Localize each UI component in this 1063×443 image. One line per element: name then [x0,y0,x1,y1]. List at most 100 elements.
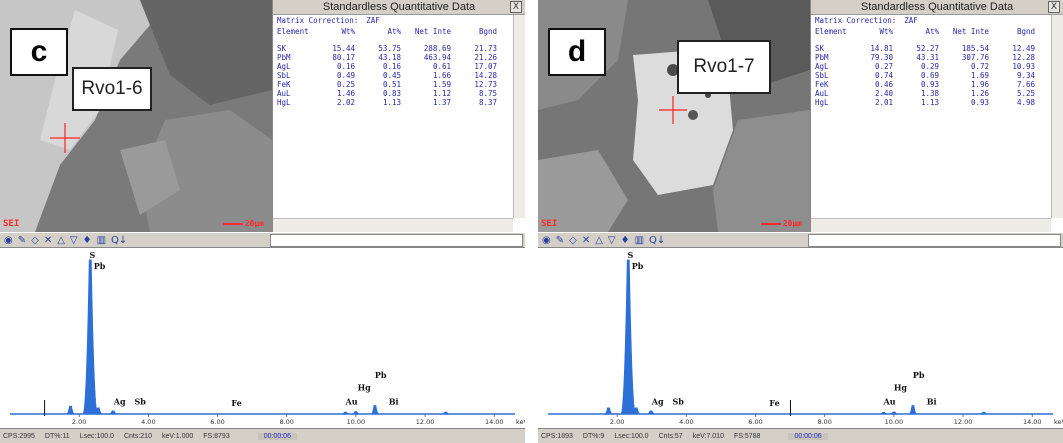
x-tick-label: 4.00 [679,418,693,426]
contract-icon[interactable]: ✕ [582,235,590,246]
spectrum-peak [889,411,899,415]
peak-label: Au [345,396,358,406]
eds-spectrum[interactable]: S Pb Ag Sb Fe Au Hg Pb Bi 2.00 4.00 6.00 8.00 10.00 12… [538,248,1063,428]
x-tick-label: 8.00 [817,418,831,426]
table-cell: 2.01 [874,98,893,107]
peak-label: Fe [769,398,779,408]
table-cell: 0.16 [382,62,401,71]
table-cell: 1.69 [970,71,989,80]
close-icon[interactable]: X [1048,1,1060,13]
spectrum-peak [351,411,361,415]
peak-icon[interactable]: ♦ [621,235,630,246]
sem-image[interactable]: d Rvo1-7 SEI 20µm [538,0,810,232]
quant-table: Matrix Correction: ZAF Element Wt% At% Ne… [277,16,511,218]
spectrum-peak [979,411,988,415]
table-cell: 5.25 [1016,89,1035,98]
table-cell: PbM [277,53,291,62]
peak-icon[interactable]: ♦ [83,235,92,246]
eds-panel-d: d Rvo1-7 SEI 20µm Standardless Quantitat… [538,0,1063,443]
panel-tag: d [548,28,606,76]
table-cell: 1.12 [432,89,451,98]
table-cell: 0.93 [920,80,939,89]
spectrum-peak [620,259,637,415]
bars-icon[interactable]: ▥ [97,235,106,246]
eds-spectrum[interactable]: S Pb Ag Sb Fe Au Hg Pb Bi 2.00 4.00 6.00 8.00 10.00 12… [0,248,525,428]
status-bar: CPS:1893 DT%:9 Lsec:100.0 Cnts:57 keV:7.… [538,428,1063,443]
x-tick-label: 4.00 [141,418,155,426]
spectrum-peak [441,411,450,415]
table-cell: 0.16 [336,62,355,71]
elapsed-time: 00:00:06 [257,432,297,440]
x-tick-label: 8.00 [279,418,293,426]
table-cell: 0.72 [970,62,989,71]
toolbar-field[interactable] [808,234,1061,247]
cps-readout: CPS:1893 [541,432,573,440]
up-icon[interactable]: △ [57,235,65,246]
table-cell: AgL [277,62,291,71]
table-cell: 17.07 [474,62,497,71]
spectrum-toolbar: ◉ ✎ ◇ ✕ △ ▽ ♦ ▥ Q↓ [0,232,525,248]
zoom-icon[interactable]: Q↓ [649,235,665,246]
close-icon[interactable]: X [510,1,522,13]
quant-title: Standardless Quantitative Data X [273,0,525,15]
table-cell: 2.02 [336,98,355,107]
horizontal-scrollbar[interactable] [811,218,1051,232]
spectrum-peak [82,259,99,415]
peak-label: Hg [358,382,372,392]
eds-panel-c: c Rvo1-6 SEI 20µm Standardless Quantitat… [0,0,525,443]
table-cell: PbM [815,53,829,62]
spot-icon[interactable]: ◉ [4,235,13,246]
sem-image[interactable]: c Rvo1-6 SEI 20µm [0,0,272,232]
spot-icon[interactable]: ◉ [542,235,551,246]
table-row: AuL 2.40 1.38 1.26 5.25 [815,89,1049,98]
spectrum-peak [646,410,656,415]
vertical-scrollbar[interactable] [513,15,525,218]
x-tick-label: 2.00 [610,418,624,426]
table-row: HgL 2.02 1.13 1.37 8.37 [277,98,511,107]
table-row: AgL 0.27 0.29 0.72 10.93 [815,62,1049,71]
table-cell: 1.13 [382,98,401,107]
peak-label: Hg [894,382,908,392]
x-tick-label: 6.00 [748,418,762,426]
table-row: SbL 0.49 0.45 1.66 14.28 [277,71,511,80]
table-cell: 0.49 [336,71,355,80]
x-tick-label: 14.00 [1023,418,1042,426]
table-cell: 14.28 [474,71,497,80]
table-cell: 79.30 [870,53,893,62]
table-cell: 1.59 [432,80,451,89]
table-cell: 0.83 [382,89,401,98]
up-icon[interactable]: △ [595,235,603,246]
table-row: SbL 0.74 0.69 1.69 9.34 [815,71,1049,80]
marker-icon[interactable]: ✎ [18,235,26,246]
x-unit-label: keV [1054,418,1063,426]
table-cell: 7.66 [1016,80,1035,89]
table-cell: 1.37 [432,98,451,107]
table-cell: AuL [815,89,829,98]
expand-icon[interactable]: ◇ [31,235,39,246]
table-cell: 185.54 [961,44,989,53]
peak-label: Bi [389,396,399,406]
down-icon[interactable]: ▽ [608,235,616,246]
bars-icon[interactable]: ▥ [635,235,644,246]
table-row: SK 15.44 53.75 288.69 21.73 [277,44,511,53]
expand-icon[interactable]: ◇ [569,235,577,246]
x-tick-label: 14.00 [485,418,504,426]
down-icon[interactable]: ▽ [70,235,78,246]
horizontal-scrollbar[interactable] [273,218,513,232]
lsec-readout: Lsec:100.0 [79,432,114,440]
table-row: FeK 0.46 0.93 1.96 7.66 [815,80,1049,89]
zoom-icon[interactable]: Q↓ [111,235,127,246]
contract-icon[interactable]: ✕ [44,235,52,246]
table-cell: 43.18 [378,53,401,62]
x-tick-label: 12.00 [954,418,973,426]
table-cell: 463.94 [423,53,451,62]
toolbar-field[interactable] [270,234,523,247]
quant-table: Matrix Correction: ZAF Element Wt% At% Ne… [815,16,1049,218]
kev-readout: keV:7.010 [692,432,724,440]
table-cell: 0.45 [382,71,401,80]
marker-icon[interactable]: ✎ [556,235,564,246]
table-cell: 1.38 [920,89,939,98]
x-tick-label: 2.00 [72,418,86,426]
vertical-scrollbar[interactable] [1051,15,1063,218]
table-header: Element Wt% At% Net Inte Bgnd [815,27,1035,36]
